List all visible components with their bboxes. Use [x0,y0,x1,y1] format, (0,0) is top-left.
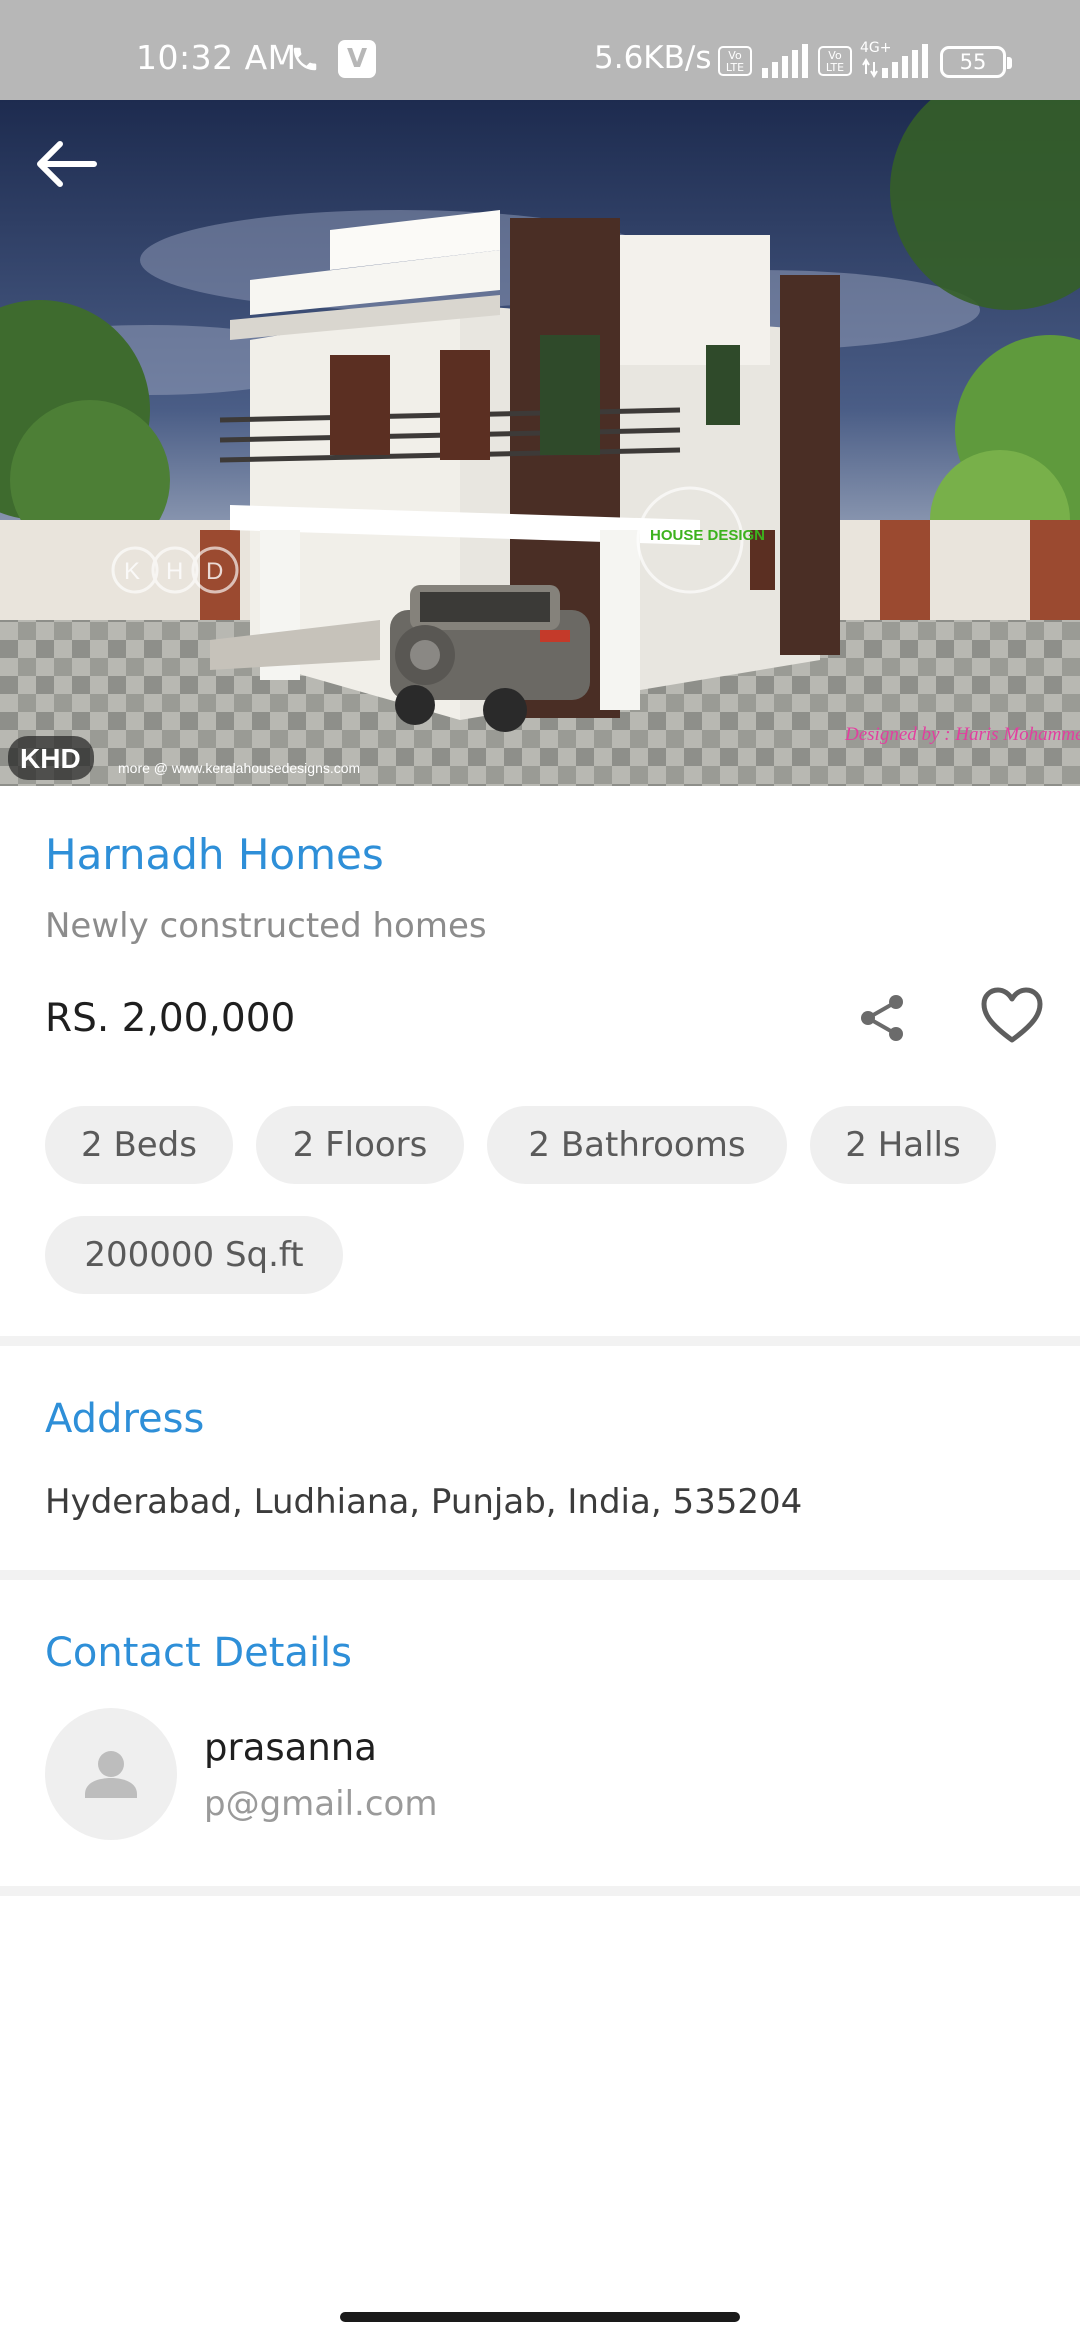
battery-level: 55 [959,50,987,74]
watermark-house-design: HOUSE DESIGN [650,527,765,544]
address-heading: Address [45,1396,205,1442]
home-indicator[interactable] [340,2312,740,2322]
contact-email[interactable]: p@gmail.com [204,1784,437,1824]
feature-chip[interactable]: 200000 Sq.ft [45,1216,343,1294]
signal-icon [862,44,928,78]
favorite-heart-icon[interactable] [980,986,1044,1046]
call-icon [293,47,317,71]
contact-name: prasanna [204,1726,377,1769]
back-button[interactable] [30,132,102,196]
feature-chip[interactable]: 2 Bathrooms [487,1106,787,1184]
property-image: K H D HOUSE DESIGN KHD more @ www.kerala… [0,100,1080,786]
section-divider [0,1886,1080,1896]
contact-heading: Contact Details [45,1630,353,1676]
feature-chip[interactable]: 2 Beds [45,1106,233,1184]
status-bar: 10:32 AM V 5.6KB/s Vo LTE Vo LTE 4G+ 55 [0,0,1080,100]
section-divider [0,1570,1080,1580]
person-icon [85,1751,137,1798]
feature-chip[interactable]: 2 Floors [256,1106,464,1184]
watermark-url: more @ www.keralahousedesigns.com [118,760,360,776]
property-price: RS. 2,00,000 [45,996,296,1041]
designer-credit: Designed by : Haris Mohammed [844,724,1080,745]
watermark-khd: K [124,558,140,585]
feature-chip[interactable]: 2 Halls [810,1106,996,1184]
volte-badge: Vo LTE [718,46,752,76]
signal-icon [762,44,808,78]
svg-text:H: H [166,558,183,585]
status-time: 10:32 AM [136,38,297,77]
property-title: Harnadh Homes [45,830,384,879]
battery-icon: 55 [940,46,1012,78]
share-icon[interactable] [852,988,912,1048]
app-badge: V [338,40,376,78]
section-divider [0,1336,1080,1346]
svg-text:KHD: KHD [20,743,81,774]
avatar [45,1708,177,1840]
volte-badge: Vo LTE [818,46,852,76]
svg-text:D: D [206,558,223,585]
net-speed: 5.6KB/s [594,40,712,76]
property-subtitle: Newly constructed homes [45,906,487,946]
address-text: Hyderabad, Ludhiana, Punjab, India, 5352… [45,1482,803,1522]
